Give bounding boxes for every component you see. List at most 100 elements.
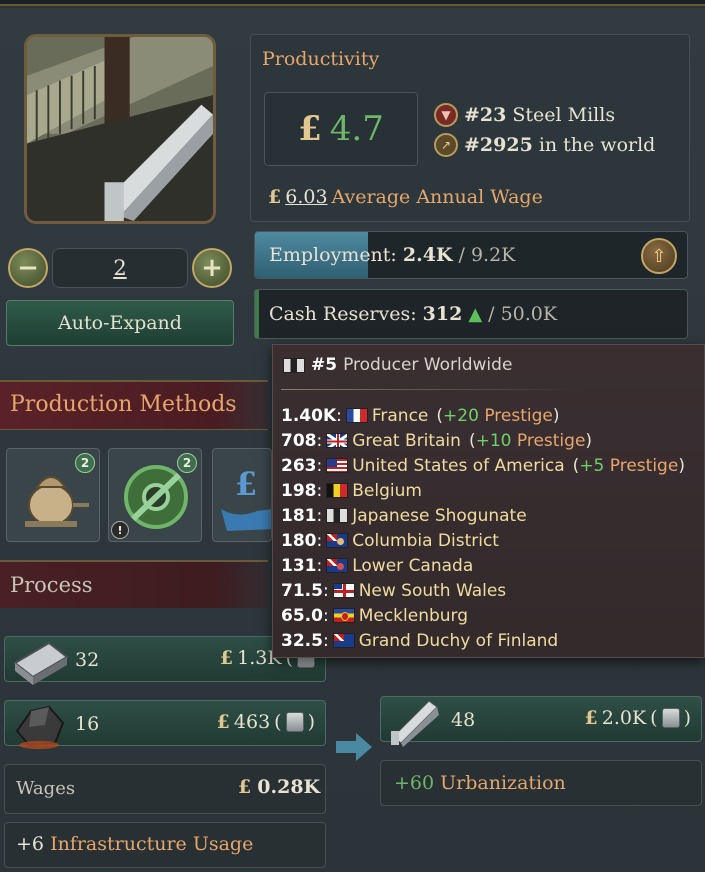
process-arrow-icon: [336, 733, 372, 761]
input-value-amount: 463: [233, 711, 271, 733]
urbanization-amount: +60: [394, 772, 435, 794]
list-item: 32.5: Grand Duchy of Finland: [281, 630, 559, 651]
wages-value: £ 0.28K: [238, 776, 320, 798]
svg-text:£: £: [235, 465, 257, 503]
auto-expand-button[interactable]: Auto-Expand: [6, 300, 234, 346]
world-rank[interactable]: ↗ #2925 in the world: [434, 133, 655, 157]
average-wage-label: Average Annual Wage: [331, 186, 543, 208]
employment-bar[interactable]: Employment: 2.4K / 9.2K ⇧: [254, 231, 688, 279]
process-title: Process: [10, 573, 93, 597]
productivity-value: 4.7: [329, 109, 384, 149]
producer-rank: #5: [311, 355, 338, 375]
list-item: 708: Great Britain (+10 Prestige): [281, 430, 593, 451]
cash-reserves-max: 50.0K: [500, 303, 558, 325]
great-britain-flag-icon: [326, 433, 349, 448]
production-method-slot-automation[interactable]: 2 !: [108, 448, 202, 542]
list-item: 131: Lower Canada: [281, 555, 474, 576]
production-method-slot-furnace[interactable]: 2: [6, 448, 100, 542]
list-item: 180: Columbia District: [281, 530, 499, 551]
japan-shogunate-flag-icon: [283, 357, 305, 373]
urbanization: +60 Urbanization: [394, 772, 566, 794]
steel-beam-icon: [391, 700, 439, 747]
average-wage[interactable]: £ 6.03 Average Annual Wage: [268, 186, 543, 208]
output-good-steel[interactable]: 48 £ 2.0K ( ): [380, 696, 702, 747]
cash-reserves-separator: /: [488, 303, 495, 325]
ownership-hand-icon: £: [221, 465, 271, 531]
industry-rank-number: #23: [464, 104, 507, 126]
coins-icon: [661, 708, 680, 728]
cash-reserves-bar[interactable]: Cash Reserves: 312 ▲ / 50.0K: [254, 289, 688, 339]
production-methods-title: Production Methods: [10, 392, 237, 417]
input-good-coal[interactable]: 16 £ 463 ( ): [4, 700, 326, 749]
new-south-wales-flag-icon: [332, 583, 355, 598]
employment-separator: /: [458, 244, 465, 266]
france-flag-icon: [345, 408, 368, 423]
top-frame: [0, 0, 705, 6]
rank-diagonal-arrow-icon: ↗: [434, 133, 458, 157]
pound-icon: £: [298, 109, 322, 149]
urbanization-label: Urbanization: [440, 772, 566, 794]
list-item: 181: Japanese Shogunate: [281, 505, 527, 526]
output-value-close: ): [683, 707, 691, 729]
wages-label: Wages: [16, 778, 76, 799]
employment-label: Employment:: [269, 244, 397, 266]
list-item: 1.40K: France (+20 Prestige): [281, 405, 560, 426]
producer-list: 1.40K: France (+20 Prestige) 708: Great …: [281, 403, 685, 653]
output-quantity: 48: [451, 709, 476, 731]
list-item: 263: United States of America (+5 Presti…: [281, 455, 685, 476]
coal-icon: [15, 705, 65, 749]
output-value-open: (: [650, 707, 658, 729]
coins-icon: [285, 712, 304, 732]
pound-icon: £: [584, 707, 598, 729]
input-value-open: (: [274, 711, 282, 733]
method-count-badge: 2: [75, 453, 95, 473]
productivity-title: Productivity: [262, 48, 380, 70]
output-value-amount: 2.0K: [601, 707, 647, 729]
employment-max: 9.2K: [470, 244, 516, 266]
up-arrow-icon: ▲: [468, 303, 483, 325]
pound-icon: £: [238, 776, 252, 798]
list-item: 71.5: New South Wales: [281, 580, 507, 601]
tooltip-header: #5 Producer Worldwide: [283, 355, 512, 375]
employment-text: Employment: 2.4K / 9.2K: [269, 244, 515, 266]
decrease-level-button[interactable]: −: [8, 248, 48, 288]
list-item: 65.0: Mecklenburg: [281, 605, 469, 626]
infrastructure-usage: +6 Infrastructure Usage: [16, 833, 253, 855]
method-count-badge: 2: [177, 453, 197, 473]
usa-flag-icon: [326, 458, 349, 473]
cash-reserves-label: Cash Reserves:: [269, 303, 417, 325]
finland-flag-icon: [332, 633, 355, 648]
iron-ingot-icon: [13, 641, 69, 685]
list-item: 198: Belgium: [281, 480, 422, 501]
wages-amount: 0.28K: [257, 776, 321, 798]
warning-icon: !: [111, 521, 129, 539]
steel-beam-image: [27, 37, 213, 221]
producer-ranking-tooltip: #5 Producer Worldwide 1.40K: France (+20…: [272, 344, 705, 658]
cash-reserves-current: 312: [422, 303, 463, 325]
rank-down-arrow-icon: ▼: [434, 103, 458, 127]
tooltip-divider: [281, 389, 581, 390]
increase-level-button[interactable]: +: [192, 248, 232, 288]
world-rank-label: in the world: [538, 134, 656, 156]
production-method-slot-ownership[interactable]: £: [212, 448, 272, 542]
pound-icon: £: [268, 186, 282, 208]
producer-rank-label: Producer Worldwide: [343, 355, 513, 375]
productivity-value-box[interactable]: £ 4.7: [264, 92, 418, 166]
steel-mill-illustration: [24, 34, 216, 224]
building-level-value[interactable]: 2: [52, 248, 188, 288]
industry-rank-label: Steel Mills: [512, 104, 616, 126]
input-value-close: ): [307, 711, 315, 733]
industry-rank[interactable]: ▼ #23 Steel Mills: [434, 103, 615, 127]
employment-current: 2.4K: [402, 244, 453, 266]
input-quantity: 16: [75, 713, 100, 735]
cash-reserves-text: Cash Reserves: 312 ▲ / 50.0K: [269, 303, 557, 325]
mecklenburg-flag-icon: [332, 608, 355, 623]
belgium-flag-icon: [326, 483, 349, 498]
japan-shogunate-flag-icon: [326, 508, 349, 523]
columbia-district-flag-icon: [326, 533, 349, 548]
pound-icon: £: [219, 647, 234, 669]
world-rank-number: #2925: [464, 134, 533, 156]
average-wage-value: 6.03: [285, 186, 328, 208]
hire-workers-icon[interactable]: ⇧: [641, 238, 677, 274]
lower-canada-flag-icon: [326, 558, 349, 573]
